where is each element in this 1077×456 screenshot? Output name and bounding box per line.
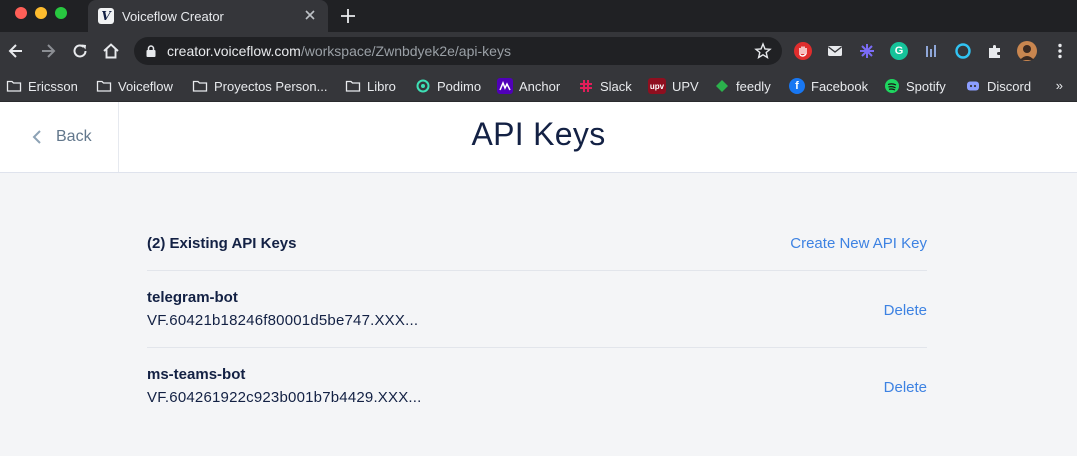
- feedly-icon: [716, 80, 728, 92]
- bookmark-label: Spotify: [906, 78, 946, 94]
- url-path: /workspace/Zwnbdyek2e/api-keys: [300, 43, 511, 59]
- bookmark-label: Slack: [600, 78, 632, 94]
- bookmark-discord[interactable]: Discord: [965, 76, 1031, 96]
- bookmark-voiceflow[interactable]: Voiceflow: [96, 76, 173, 96]
- analytics-extension-icon[interactable]: [922, 42, 940, 60]
- voiceflow-favicon-icon: V: [98, 8, 114, 24]
- address-bar[interactable]: creator.voiceflow.com/workspace/Zwnbdyek…: [134, 37, 782, 65]
- discord-icon: [967, 81, 979, 91]
- bookmark-libro[interactable]: Libro: [345, 76, 396, 96]
- back-button[interactable]: Back: [0, 102, 119, 172]
- bookmark-podimo[interactable]: Podimo: [415, 76, 481, 96]
- api-key-value: VF.60421b18246f80001d5be747.XXX...: [147, 312, 419, 329]
- api-key-row: telegram-bot VF.60421b18246f80001d5be747…: [147, 271, 927, 348]
- api-keys-list-header: (2) Existing API Keys Create New API Key: [147, 173, 927, 271]
- window-minimize-button[interactable]: [35, 7, 47, 19]
- delete-key-button[interactable]: Delete: [884, 302, 927, 319]
- bookmarks-bar: Ericsson Voiceflow Proyectos Person... L…: [0, 70, 1077, 102]
- bookmark-label: Voiceflow: [118, 78, 173, 94]
- bookmark-label: Podimo: [437, 78, 482, 94]
- anchor-icon: [497, 78, 513, 94]
- hand-stop-extension-icon[interactable]: [794, 42, 812, 60]
- api-key-name: telegram-bot: [147, 289, 238, 306]
- bookmark-label: Anchor: [519, 78, 561, 94]
- bookmark-upv[interactable]: upv UPV: [648, 76, 699, 96]
- window-close-button[interactable]: [15, 7, 27, 19]
- api-key-row: ms-teams-bot VF.604261922c923b001b7b4429…: [147, 348, 927, 425]
- url-text: creator.voiceflow.com/workspace/Zwnbdyek…: [167, 43, 511, 59]
- home-icon[interactable]: [101, 41, 121, 61]
- browser-menu-icon[interactable]: [1050, 41, 1070, 61]
- bookmark-proyectos-personales[interactable]: Proyectos Person...: [192, 76, 327, 96]
- alexa-extension-icon[interactable]: [954, 42, 972, 60]
- bookmark-facebook[interactable]: f Facebook: [789, 76, 868, 96]
- bookmark-feedly[interactable]: feedly: [714, 76, 771, 96]
- close-tab-icon[interactable]: [302, 7, 318, 23]
- back-label: Back: [56, 128, 92, 145]
- upv-icon: upv: [648, 78, 666, 94]
- spotify-icon: [885, 79, 899, 93]
- bookmark-label: Proyectos Person...: [214, 78, 328, 94]
- browser-toolbar: creator.voiceflow.com/workspace/Zwnbdyek…: [0, 32, 1077, 70]
- browser-tab-strip: V Voiceflow Creator: [0, 0, 1077, 32]
- browser-tab[interactable]: V Voiceflow Creator: [88, 0, 328, 32]
- window-zoom-button[interactable]: [55, 7, 67, 19]
- mail-extension-icon[interactable]: [826, 42, 844, 60]
- facebook-icon: f: [789, 78, 805, 94]
- bookmark-label: Facebook: [811, 78, 869, 94]
- asterisk-extension-icon[interactable]: [858, 42, 876, 60]
- new-tab-icon[interactable]: [338, 6, 358, 26]
- delete-key-button[interactable]: Delete: [884, 379, 927, 396]
- slack-icon: [580, 80, 592, 92]
- folder-icon: [345, 80, 361, 92]
- bookmark-label: feedly: [736, 78, 771, 94]
- url-host: creator.voiceflow.com: [167, 43, 301, 59]
- tab-title: Voiceflow Creator: [122, 9, 224, 24]
- bookmark-spotify[interactable]: Spotify: [884, 76, 946, 96]
- bookmark-anchor[interactable]: Anchor: [497, 76, 560, 96]
- page-title: API Keys: [471, 116, 606, 152]
- page-header: Back API Keys: [0, 102, 1077, 173]
- api-key-name: ms-teams-bot: [147, 366, 246, 383]
- extensions-puzzle-icon[interactable]: [986, 42, 1004, 60]
- bookmark-label: UPV: [672, 78, 699, 94]
- create-api-key-button[interactable]: Create New API Key: [790, 235, 927, 252]
- existing-keys-count: (2) Existing API Keys: [147, 235, 297, 252]
- grammarly-extension-icon[interactable]: G: [890, 42, 908, 60]
- folder-icon: [6, 80, 22, 92]
- forward-arrow-icon[interactable]: [38, 41, 58, 61]
- reload-icon[interactable]: [70, 41, 90, 61]
- chevron-left-icon: [32, 130, 41, 144]
- more-bookmarks-chevron-icon[interactable]: »: [1056, 78, 1063, 93]
- lock-icon: [146, 45, 156, 57]
- bookmark-label: Ericsson: [28, 78, 78, 94]
- back-arrow-icon[interactable]: [6, 41, 26, 61]
- profile-avatar[interactable]: [1017, 41, 1037, 61]
- podimo-icon: [416, 79, 430, 93]
- bookmark-slack[interactable]: Slack: [578, 76, 632, 96]
- bookmark-ericsson[interactable]: Ericsson: [6, 76, 78, 96]
- folder-icon: [96, 80, 112, 92]
- bookmark-label: Discord: [987, 78, 1032, 94]
- api-key-value: VF.604261922c923b001b7b4429.XXX...: [147, 389, 422, 406]
- bookmark-star-icon[interactable]: [754, 42, 772, 60]
- bookmark-label: Libro: [367, 78, 396, 94]
- folder-icon: [192, 80, 208, 92]
